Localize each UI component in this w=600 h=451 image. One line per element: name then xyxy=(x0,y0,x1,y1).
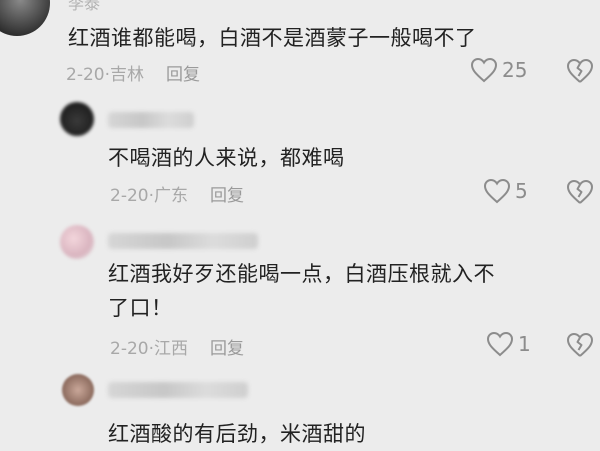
like-button[interactable]: 25 xyxy=(470,57,527,83)
blurred-username xyxy=(108,382,248,398)
like-count: 5 xyxy=(515,179,528,203)
comment-date: 2-20 xyxy=(66,65,105,85)
comment-text-line-2: 了口！ xyxy=(108,296,173,320)
reply-button[interactable]: 回复 xyxy=(210,339,244,359)
broken-heart-icon[interactable] xyxy=(566,58,594,84)
avatar[interactable] xyxy=(60,102,94,136)
comment-text: 红酒酸的有后劲，米酒甜的 xyxy=(108,422,366,446)
blurred-username xyxy=(108,233,258,249)
comment-thread: 李泰 红酒谁都能喝，白酒不是酒蒙子一般喝不了 2-20·吉林 回复 25 不喝酒的… xyxy=(0,0,600,451)
avatar[interactable] xyxy=(0,0,50,36)
like-count: 25 xyxy=(502,58,528,82)
broken-heart-icon[interactable] xyxy=(566,332,594,358)
like-count: 1 xyxy=(518,332,531,356)
comment-location: 广东 xyxy=(154,186,188,206)
broken-heart-icon[interactable] xyxy=(566,179,594,205)
comment-meta: 2-20·吉林 回复 xyxy=(66,65,200,85)
heart-outline-icon xyxy=(483,178,511,204)
blurred-username xyxy=(108,112,194,128)
comment-text-line-1: 红酒我好歹还能喝一点，白酒压根就入不 xyxy=(108,262,495,286)
comment-date: 2-20 xyxy=(110,339,149,359)
comment-meta: 2-20·广东 回复 xyxy=(110,186,244,206)
like-button[interactable]: 5 xyxy=(483,178,528,204)
heart-outline-icon xyxy=(470,57,498,83)
reply-button[interactable]: 回复 xyxy=(166,65,200,85)
comment-location: 吉林 xyxy=(110,65,144,85)
avatar[interactable] xyxy=(62,374,94,406)
like-button[interactable]: 1 xyxy=(486,331,531,357)
comment-meta: 2-20·江西 回复 xyxy=(110,339,244,359)
comment-text: 不喝酒的人来说，都难喝 xyxy=(108,146,345,170)
avatar[interactable] xyxy=(60,225,94,259)
reply-button[interactable]: 回复 xyxy=(210,186,244,206)
comment-author[interactable]: 李泰 xyxy=(68,0,100,14)
heart-outline-icon xyxy=(486,331,514,357)
comment-location: 江西 xyxy=(154,339,188,359)
comment-date: 2-20 xyxy=(110,186,149,206)
comment-text: 红酒谁都能喝，白酒不是酒蒙子一般喝不了 xyxy=(68,26,477,50)
